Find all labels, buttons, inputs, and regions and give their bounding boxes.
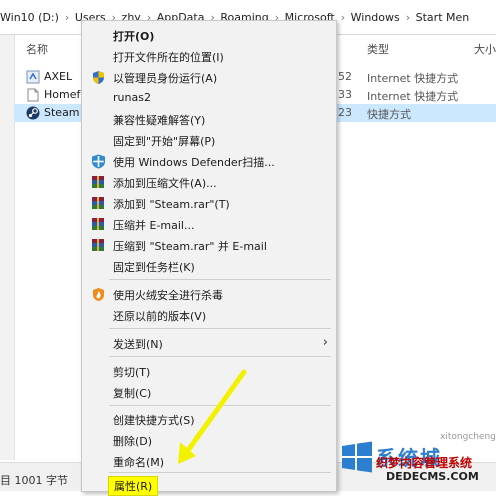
chevron-right-icon: › bbox=[322, 335, 328, 350]
file-name: AXEL bbox=[44, 70, 73, 83]
menu-item-label: 属性(R) bbox=[108, 476, 159, 496]
menu-item-label: 使用 Windows Defender扫描... bbox=[113, 156, 275, 169]
menu-item-restore-previous[interactable]: 还原以前的版本(V) bbox=[82, 305, 336, 326]
file-info: 33 bbox=[338, 88, 352, 101]
menu-separator bbox=[109, 405, 331, 406]
menu-item-send-to[interactable]: 发送到(N) › bbox=[82, 333, 336, 354]
menu-separator bbox=[109, 279, 331, 280]
menu-item-label: 复制(C) bbox=[113, 387, 152, 400]
huorong-flame-icon bbox=[91, 287, 106, 302]
menu-item-properties[interactable]: 属性(R) bbox=[82, 473, 336, 496]
file-type: Internet 快捷方式 bbox=[367, 72, 459, 85]
winrar-icon bbox=[91, 217, 106, 232]
column-header-type[interactable]: 类型 bbox=[367, 41, 389, 57]
column-header-name[interactable]: 名称 bbox=[26, 41, 48, 57]
menu-item-label: 添加到压缩文件(A)... bbox=[113, 177, 217, 190]
menu-item-label: 剪切(T) bbox=[113, 366, 151, 379]
menu-item-delete[interactable]: 删除(D) bbox=[82, 430, 336, 451]
file-icon bbox=[26, 88, 40, 102]
chevron-right-icon: › bbox=[64, 11, 70, 24]
menu-item-runas2[interactable]: runas2 bbox=[82, 88, 336, 109]
menu-item-create-shortcut[interactable]: 创建快捷方式(S) bbox=[82, 409, 336, 430]
file-type: Internet 快捷方式 bbox=[367, 90, 459, 103]
menu-item-copy[interactable]: 复制(C) bbox=[82, 382, 336, 403]
menu-item-label: 使用火绒安全进行杀毒 bbox=[113, 289, 223, 302]
uac-shield-icon bbox=[91, 70, 106, 85]
menu-item-defender-scan[interactable]: 使用 Windows Defender扫描... bbox=[82, 151, 336, 172]
menu-item-label: 发送到(N) bbox=[113, 338, 163, 351]
menu-item-label: 创建快捷方式(S) bbox=[113, 414, 195, 427]
menu-item-label: 还原以前的版本(V) bbox=[113, 310, 207, 323]
internet-shortcut-icon bbox=[26, 70, 40, 84]
menu-item-compress-steam-email[interactable]: 压缩到 "Steam.rar" 并 E-mail bbox=[82, 235, 336, 256]
file-type: 快捷方式 bbox=[367, 108, 411, 121]
menu-item-open[interactable]: 打开(O) bbox=[82, 25, 336, 46]
context-menu: 打开(O) 打开文件所在的位置(I) 以管理员身份运行(A) runas2 兼容… bbox=[81, 20, 337, 496]
navigation-pane[interactable] bbox=[0, 35, 15, 460]
file-info: 23 bbox=[338, 106, 352, 119]
menu-item-label: 重命名(M) bbox=[113, 456, 165, 469]
menu-item-label: 添加到 "Steam.rar"(T) bbox=[113, 198, 230, 211]
watermark-url: xitongcheng.com bbox=[440, 432, 496, 442]
winrar-icon bbox=[91, 175, 106, 190]
menu-item-label: 压缩并 E-mail... bbox=[113, 219, 195, 232]
status-text: 目 1001 字节 bbox=[0, 474, 68, 487]
breadcrumb-item[interactable]: Windows bbox=[351, 11, 400, 24]
menu-item-open-location[interactable]: 打开文件所在的位置(I) bbox=[82, 46, 336, 67]
menu-item-pin-taskbar[interactable]: 固定到任务栏(K) bbox=[82, 256, 336, 277]
menu-item-label: 固定到"开始"屏幕(P) bbox=[113, 135, 216, 148]
menu-item-label: 打开(O) bbox=[113, 30, 155, 43]
file-info: 52 bbox=[338, 70, 352, 83]
menu-separator bbox=[109, 356, 331, 357]
windows-defender-icon bbox=[91, 154, 106, 169]
menu-item-run-as-admin[interactable]: 以管理员身份运行(A) bbox=[82, 67, 336, 88]
watermark-site: DEDECMS.COM bbox=[386, 470, 479, 483]
menu-item-label: 兼容性疑难解答(Y) bbox=[113, 114, 206, 127]
column-header-size[interactable]: 大小 bbox=[474, 41, 496, 57]
menu-item-add-archive[interactable]: 添加到压缩文件(A)... bbox=[82, 172, 336, 193]
menu-item-cut[interactable]: 剪切(T) bbox=[82, 361, 336, 382]
breadcrumb-item[interactable]: Win10 (D:) bbox=[0, 11, 59, 24]
menu-item-label: runas2 bbox=[113, 91, 151, 104]
menu-item-compress-email[interactable]: 压缩并 E-mail... bbox=[82, 214, 336, 235]
menu-item-rename[interactable]: 重命名(M) bbox=[82, 451, 336, 472]
menu-item-add-steam-rar[interactable]: 添加到 "Steam.rar"(T) bbox=[82, 193, 336, 214]
menu-item-label: 打开文件所在的位置(I) bbox=[113, 51, 224, 64]
menu-item-label: 删除(D) bbox=[113, 435, 153, 448]
menu-item-troubleshoot[interactable]: 兼容性疑难解答(Y) bbox=[82, 109, 336, 130]
watermark-subtitle: 织梦内容管理系统 bbox=[376, 456, 473, 470]
watermark: xitongcheng.com 系统城 织梦内容管理系统 DEDECMS.COM bbox=[340, 432, 496, 490]
menu-separator bbox=[109, 328, 331, 329]
steam-icon bbox=[26, 106, 40, 120]
windows-logo-icon bbox=[342, 441, 372, 473]
chevron-right-icon: › bbox=[340, 11, 346, 24]
breadcrumb-item[interactable]: Start Men bbox=[416, 11, 470, 24]
menu-item-label: 压缩到 "Steam.rar" 并 E-mail bbox=[113, 240, 267, 253]
menu-item-huorong-scan[interactable]: 使用火绒安全进行杀毒 bbox=[82, 284, 336, 305]
menu-item-label: 固定到任务栏(K) bbox=[113, 261, 195, 274]
file-name: Steam bbox=[44, 106, 80, 119]
menu-item-pin-start[interactable]: 固定到"开始"屏幕(P) bbox=[82, 130, 336, 151]
winrar-icon bbox=[91, 238, 106, 253]
menu-item-label: 以管理员身份运行(A) bbox=[113, 72, 218, 85]
file-name: Homefr bbox=[44, 88, 85, 101]
winrar-icon bbox=[91, 196, 106, 211]
chevron-right-icon: › bbox=[405, 11, 411, 24]
